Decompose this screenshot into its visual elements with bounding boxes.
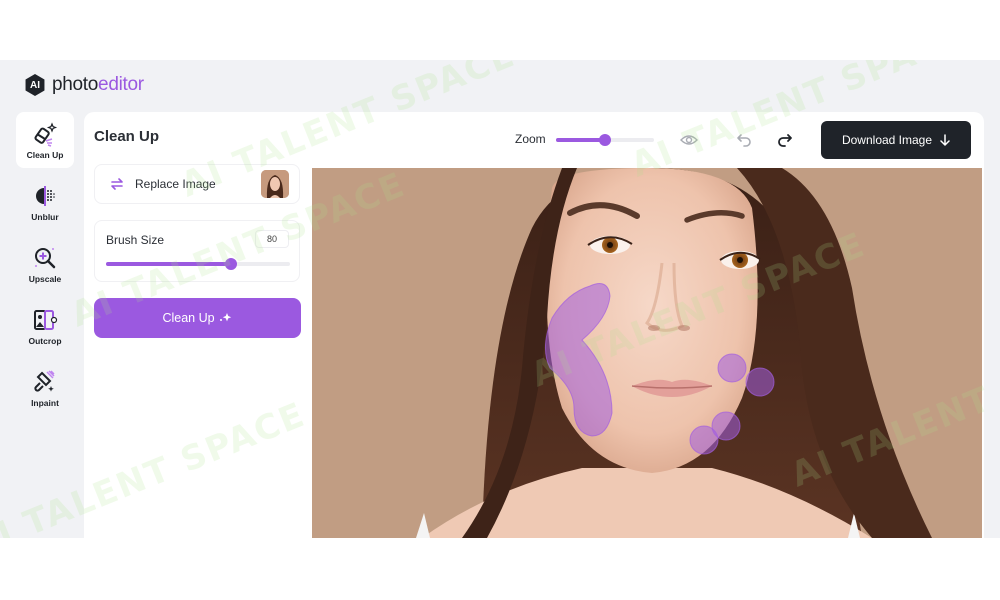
unblur-icon	[36, 185, 55, 206]
arrow-down-icon	[940, 134, 950, 146]
download-image-button[interactable]: Download Image	[821, 121, 971, 159]
sidebar-item-unblur[interactable]: Unblur	[16, 174, 74, 230]
paintbrush-icon	[34, 369, 55, 392]
sidebar-item-outcrop[interactable]: Outcrop	[16, 298, 74, 354]
portrait-photo	[312, 168, 982, 538]
redo-button[interactable]	[775, 130, 795, 150]
brush-size-slider[interactable]	[106, 258, 290, 270]
logo-text: photoeditor	[52, 74, 144, 96]
replace-image-label: Replace Image	[135, 177, 216, 191]
panel-title: Clean Up	[94, 128, 160, 145]
sidebar-item-upscale[interactable]: Upscale	[16, 236, 74, 292]
sidebar-item-label: Inpaint	[31, 397, 59, 408]
logo-text-accent: editor	[98, 74, 144, 95]
editor-panel: Clean Up Replace Image Brush Size 80 Cle…	[84, 112, 984, 538]
sidebar-item-inpaint[interactable]: Inpaint	[16, 360, 74, 416]
zoom-slider-thumb[interactable]	[599, 134, 611, 146]
logo-badge: AI	[25, 74, 45, 96]
brush-size-label: Brush Size	[106, 233, 165, 247]
canvas-toolbar: Zoom Download Image	[314, 112, 984, 168]
eraser-sparkle-icon	[34, 121, 58, 147]
image-thumbnail	[261, 170, 289, 198]
clean-up-button-label: Clean Up	[162, 311, 215, 325]
mask-dot	[717, 353, 747, 383]
sidebar-item-label: Upscale	[28, 273, 62, 284]
zoom-label: Zoom	[515, 132, 546, 146]
outcrop-icon	[34, 309, 58, 330]
image-canvas[interactable]	[312, 168, 982, 538]
sidebar-item-clean-up[interactable]: Clean Up	[16, 112, 74, 168]
sidebar-item-label: Outcrop	[28, 335, 62, 346]
mask-dot	[745, 367, 775, 397]
photo-editor-app: AI photoeditor Clean Up Unblur Upscale O…	[0, 60, 1000, 538]
preview-toggle-button[interactable]	[679, 130, 699, 150]
logo-text-main: photo	[52, 74, 99, 95]
eye-icon	[680, 135, 698, 145]
sparkle-icon	[219, 313, 231, 322]
brush-size-value[interactable]: 80	[255, 230, 289, 248]
zoom-slider[interactable]	[556, 134, 654, 146]
brush-size-slider-fill	[106, 262, 232, 266]
sidebar-item-label: Clean Up	[26, 149, 64, 160]
undo-button[interactable]	[734, 130, 754, 150]
redo-icon	[778, 134, 792, 147]
replace-image-button[interactable]: Replace Image	[94, 164, 300, 204]
logo[interactable]: AI photoeditor	[24, 74, 144, 96]
brush-size-control: Brush Size 80	[94, 220, 300, 282]
brush-size-slider-thumb[interactable]	[225, 258, 238, 270]
swap-arrows-icon	[111, 178, 123, 190]
tool-sidebar: Clean Up Unblur Upscale Outcrop Inpaint	[16, 112, 74, 422]
zoom-slider-fill	[556, 138, 605, 142]
mask-dot	[689, 425, 719, 455]
download-image-label: Download Image	[841, 133, 933, 147]
undo-icon	[737, 134, 751, 147]
clean-up-button[interactable]: Clean Up	[94, 298, 301, 338]
magnifier-plus-icon	[35, 247, 56, 268]
sidebar-item-label: Unblur	[31, 211, 59, 222]
